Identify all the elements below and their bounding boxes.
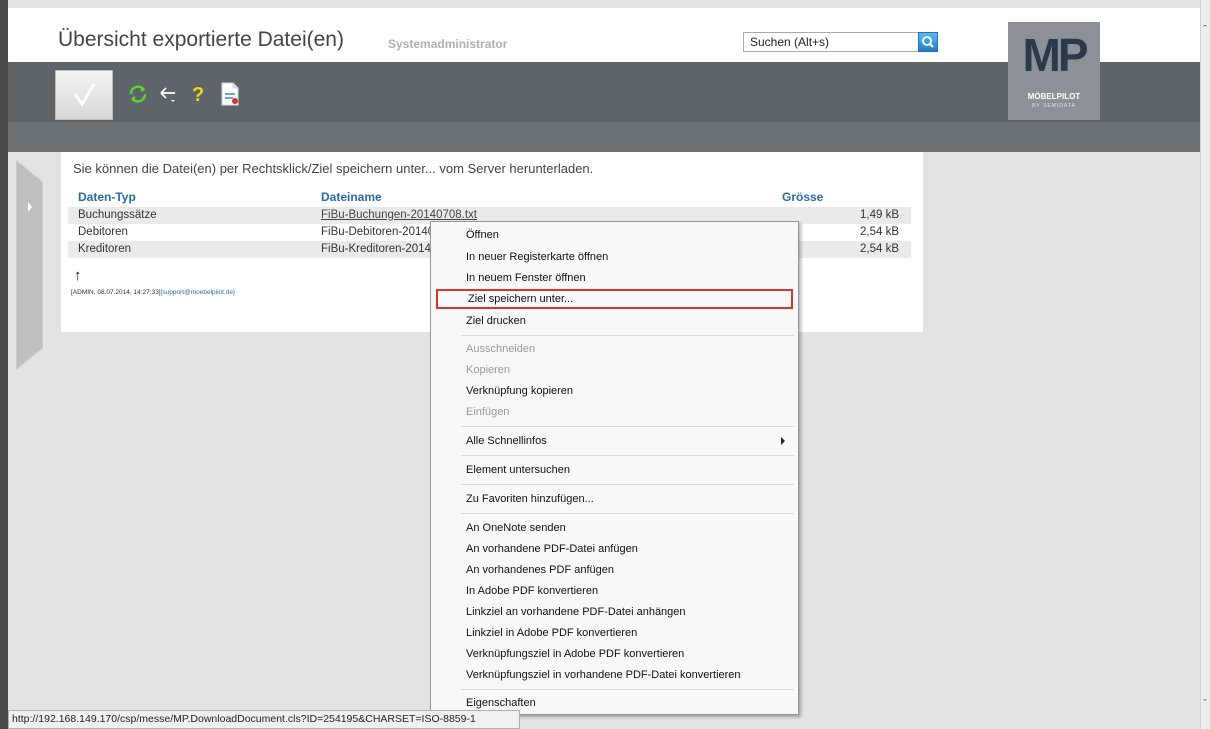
- help-button[interactable]: ?: [188, 80, 208, 108]
- menu-item-copy-shortcut[interactable]: Verknüpfung kopieren: [436, 381, 793, 401]
- scroll-down-icon[interactable]: ˇ: [1200, 698, 1210, 710]
- support-email-link[interactable]: [support@moebelpilot.de]: [161, 289, 235, 296]
- search-input[interactable]: [743, 32, 919, 52]
- confirm-button[interactable]: [55, 70, 113, 120]
- svg-text:?: ?: [192, 84, 204, 105]
- back-icon: [160, 87, 175, 102]
- cell-size: 2,54 kB: [860, 243, 899, 255]
- vertical-scrollbar[interactable]: [1200, 0, 1210, 729]
- menu-item-open-new-tab[interactable]: In neuer Registerkarte öffnen: [436, 247, 793, 267]
- menu-item-cut: Ausschneiden: [466, 343, 536, 355]
- up-arrow-icon[interactable]: ↑: [74, 267, 82, 284]
- document-button[interactable]: [218, 80, 242, 108]
- logo: MP MÖBELPILOT BY SEMIDATA: [1008, 22, 1100, 120]
- cell-type: Kreditoren: [78, 243, 132, 255]
- menu-item-convert-pdf[interactable]: In Adobe PDF konvertieren: [436, 581, 793, 601]
- cell-size: 1,49 kB: [860, 209, 899, 221]
- menu-item-paste: Einfügen: [466, 406, 510, 418]
- status-bar-url: http://192.168.149.170/csp/messe/MP.Down…: [8, 710, 520, 729]
- menu-item-label: Alle Schnellinfos: [466, 435, 547, 447]
- menu-separator: [461, 689, 794, 690]
- menu-separator: [461, 484, 794, 485]
- menu-item-link-append-pdf[interactable]: Linkziel an vorhandene PDF-Datei anhänge…: [436, 602, 793, 622]
- menu-item-save-target-as[interactable]: Ziel speichern unter...: [436, 289, 793, 309]
- menu-item-append-pdf[interactable]: An vorhandene PDF-Datei anfügen: [436, 539, 793, 559]
- menu-item-target-convert-pdf[interactable]: Verknüpfungsziel in Adobe PDF konvertier…: [436, 644, 793, 664]
- menu-item-print-target[interactable]: Ziel drucken: [436, 311, 793, 331]
- scroll-up-icon[interactable]: ˆ: [1200, 24, 1210, 36]
- help-icon: ?: [192, 84, 204, 105]
- search-button[interactable]: [918, 32, 938, 52]
- file-link[interactable]: FiBu-Buchungen-20140708.txt: [321, 209, 477, 221]
- menu-item-accelerators[interactable]: Alle Schnellinfos: [436, 431, 793, 451]
- menu-separator: [461, 426, 794, 427]
- menu-item-send-onenote[interactable]: An OneNote senden: [436, 518, 793, 538]
- refresh-icon: [129, 85, 147, 103]
- file-link[interactable]: FiBu-Kreditoren-20140: [321, 243, 437, 255]
- cell-type: Debitoren: [78, 226, 128, 238]
- back-button[interactable]: [156, 80, 180, 108]
- menu-item-target-convert-existing-pdf[interactable]: Verknüpfungsziel in vorhandene PDF-Datei…: [436, 665, 793, 685]
- menu-item-copy: Kopieren: [466, 364, 511, 376]
- menu-separator: [461, 335, 794, 336]
- logo-mark: MP: [1022, 29, 1089, 81]
- user-label: Systemadministrator: [388, 37, 508, 51]
- menu-item-open[interactable]: Öffnen: [436, 225, 793, 245]
- cell-size: 2,54 kB: [860, 226, 899, 238]
- menu-item-append-existing-pdf[interactable]: An vorhandenes PDF anfügen: [436, 560, 793, 580]
- submenu-arrow-icon: [781, 437, 785, 445]
- search-icon: [922, 36, 934, 48]
- menu-separator: [461, 513, 794, 514]
- cell-type: Buchungssätze: [78, 209, 157, 221]
- window-left-border: [0, 0, 8, 729]
- footer-meta: [ADMIN, 08.07.2014, 14:27:33]: [71, 289, 161, 296]
- column-header-size[interactable]: Grösse: [782, 190, 823, 204]
- footer-info: [ADMIN, 08.07.2014, 14:27:33][support@mo…: [71, 289, 235, 296]
- context-menu: Öffnen In neuer Registerkarte öffnen In …: [430, 221, 799, 715]
- refresh-button[interactable]: [126, 80, 150, 108]
- menu-item-link-convert-pdf[interactable]: Linkziel in Adobe PDF konvertieren: [436, 623, 793, 643]
- menu-separator: [461, 455, 794, 456]
- menu-item-open-new-window[interactable]: In neuem Fenster öffnen: [436, 268, 793, 288]
- file-link[interactable]: FiBu-Debitoren-201407: [321, 226, 441, 238]
- document-icon: [221, 82, 239, 106]
- page-title: Übersicht exportierte Datei(en): [58, 28, 344, 51]
- column-header-type[interactable]: Daten-Typ: [78, 190, 136, 204]
- column-header-filename[interactable]: Dateiname: [321, 190, 382, 204]
- logo-sub: BY SEMIDATA: [1032, 103, 1076, 109]
- menu-item-inspect-element[interactable]: Element untersuchen: [436, 460, 793, 480]
- logo-name: MÖBELPILOT: [1027, 92, 1081, 101]
- info-text: Sie können die Datei(en) per Rechtsklick…: [73, 161, 594, 176]
- side-panel-toggle[interactable]: [16, 160, 43, 370]
- menu-item-add-favorites[interactable]: Zu Favoriten hinzufügen...: [436, 489, 793, 509]
- check-icon: [73, 83, 96, 107]
